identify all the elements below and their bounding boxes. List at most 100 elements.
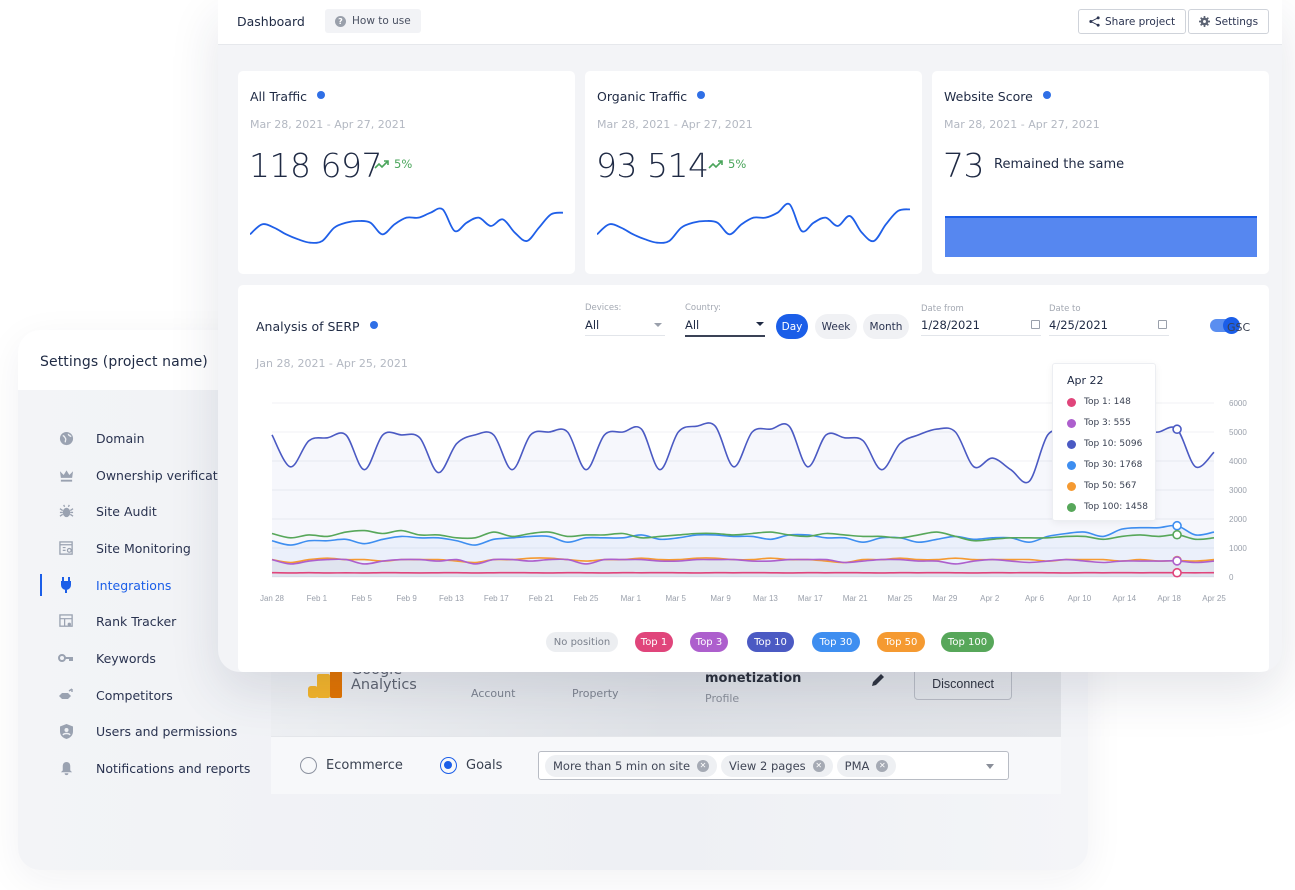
goal-chip: PMA ✕ [836, 754, 897, 777]
remove-chip-icon[interactable]: ✕ [812, 759, 825, 772]
google-analytics-logo-icon [308, 668, 344, 698]
edit-pencil-icon[interactable] [870, 672, 888, 690]
card-title: Website Score [944, 89, 1051, 104]
x-tick-label: Apr 14 [1112, 594, 1136, 603]
legend-top-100[interactable]: Top 100 [941, 632, 994, 652]
x-tick-label: Mar 25 [888, 594, 913, 603]
legend-top-30[interactable]: Top 30 [812, 632, 860, 652]
trend-up-icon [708, 160, 723, 169]
devices-label: Devices: [585, 303, 622, 313]
remove-chip-icon[interactable]: ✕ [876, 759, 889, 772]
dashboard-window: Dashboard ? How to use Share project Set… [218, 0, 1282, 672]
x-tick-label: Apr 18 [1157, 594, 1181, 603]
sidebar-item-notifications-and-reports[interactable]: Notifications and reports [40, 750, 250, 787]
card-date-range: Mar 28, 2021 - Apr 27, 2021 [597, 118, 753, 131]
card-value: 93 514 [596, 146, 709, 185]
hover-point-top10[interactable] [1172, 424, 1182, 435]
hover-point-top100[interactable] [1172, 529, 1182, 540]
tooltip-row: Top 30: 1768 [1067, 460, 1142, 470]
date-to-label: Date to [1049, 304, 1081, 314]
tooltip-row: Top 10: 5096 [1067, 439, 1142, 449]
card-delta: 5% [374, 157, 412, 171]
period-day-button[interactable]: Day [776, 314, 808, 339]
website-score-card: Website Score Mar 28, 2021 - Apr 27, 202… [932, 71, 1269, 274]
chevron-down-icon[interactable] [986, 764, 994, 769]
radio-circle [300, 757, 317, 774]
y-tick-label: 0 [1229, 573, 1234, 582]
info-icon[interactable] [697, 90, 706, 99]
x-tick-label: Apr 6 [1025, 594, 1045, 603]
legend-top-1[interactable]: Top 1 [635, 632, 673, 652]
sidebar-item-users-and-permissions[interactable]: Users and permissions [40, 714, 250, 751]
legend-top-3[interactable]: Top 3 [690, 632, 728, 652]
profile-value: monetization [705, 671, 802, 686]
goal-chip: More than 5 min on site ✕ [545, 754, 718, 777]
period-week-button[interactable]: Week [815, 314, 857, 339]
legend-no-position[interactable]: No position [546, 632, 618, 652]
sidebar-item-label: Rank Tracker [96, 614, 177, 630]
x-tick-label: Jan 28 [260, 594, 285, 603]
sidebar-item-label: Keywords [96, 650, 156, 666]
legend-top-10[interactable]: Top 10 [747, 632, 794, 652]
info-icon[interactable] [369, 320, 378, 329]
legend-dot [1067, 439, 1076, 449]
bug-icon [58, 504, 74, 520]
settings-title: Settings (project name) [40, 354, 208, 370]
radio-circle [440, 757, 457, 774]
calendar-icon[interactable] [1158, 320, 1167, 329]
y-tick-label: 1000 [1229, 544, 1247, 553]
x-tick-label: Feb 21 [529, 594, 554, 603]
serp-date-range: Jan 28, 2021 - Apr 25, 2021 [256, 357, 408, 370]
sidebar-item-label: Notifications and reports [96, 761, 251, 777]
radio-goals[interactable]: Goals [440, 757, 502, 774]
top-bar: Dashboard ? How to use Share project Set… [218, 0, 1282, 45]
card-delta: 5% [708, 157, 746, 171]
sidebar-item-competitors[interactable]: Competitors [40, 677, 250, 714]
sidebar-item-label: Users and permissions [96, 724, 238, 740]
settings-button[interactable]: Settings [1188, 9, 1270, 34]
organic-traffic-card: Organic Traffic Mar 28, 2021 - Apr 27, 2… [585, 71, 922, 274]
x-tick-label: Apr 10 [1068, 594, 1092, 603]
chart-tooltip: Apr 22 Top 1: 148 Top 3: 555 Top 10: 509… [1052, 363, 1156, 521]
bell-icon [58, 761, 74, 777]
remove-chip-icon[interactable]: ✕ [697, 759, 710, 772]
competitors-icon [58, 687, 74, 703]
organic-traffic-sparkline [597, 202, 910, 244]
share-project-button[interactable]: Share project [1078, 9, 1187, 34]
tooltip-row: Top 50: 567 [1067, 481, 1137, 491]
goals-multiselect[interactable]: More than 5 min on site ✕ View 2 pages ✕ P… [538, 751, 1009, 780]
card-value: 73 [943, 146, 985, 185]
chevron-down-icon [654, 323, 662, 327]
legend-dot [1067, 502, 1076, 512]
score-status: Remained the same [994, 157, 1125, 172]
calendar-icon[interactable] [1031, 320, 1040, 329]
serp-analysis-card: Analysis of SERP Jan 28, 2021 - Apr 25, … [238, 285, 1269, 672]
sidebar-item-label: Site Monitoring [96, 540, 191, 556]
legend-dot [1067, 418, 1076, 428]
legend-top-50[interactable]: Top 50 [877, 632, 925, 652]
x-tick-label: Mar 13 [753, 594, 778, 603]
info-icon[interactable] [1042, 90, 1051, 99]
gsc-label: GSC [1227, 321, 1251, 334]
hover-point-top1[interactable] [1172, 567, 1182, 578]
tooltip-row: Top 1: 148 [1067, 397, 1131, 407]
info-icon[interactable] [317, 90, 326, 99]
radio-ecommerce[interactable]: Ecommerce [300, 757, 403, 774]
how-to-use-button[interactable]: ? How to use [325, 9, 421, 33]
hover-point-top3[interactable] [1172, 556, 1182, 566]
x-tick-label: Feb 1 [307, 594, 328, 603]
y-tick-label: 2000 [1229, 515, 1247, 524]
crown-icon [58, 467, 74, 483]
all-traffic-card: All Traffic Mar 28, 2021 - Apr 27, 2021 … [238, 71, 575, 274]
x-tick-label: Apr 2 [980, 594, 1000, 603]
x-tick-label: Mar 1 [621, 594, 642, 603]
hover-point-top30[interactable] [1172, 520, 1182, 531]
globe-icon [58, 430, 74, 446]
period-month-button[interactable]: Month [863, 314, 909, 339]
disconnect-button[interactable]: Disconnect [914, 668, 1012, 700]
y-tick-label: 6000 [1229, 399, 1247, 408]
user-shield-icon [58, 724, 74, 740]
trend-up-icon [374, 160, 389, 169]
x-tick-label: Apr 25 [1202, 594, 1226, 603]
sidebar-item-label: Domain [96, 430, 145, 446]
